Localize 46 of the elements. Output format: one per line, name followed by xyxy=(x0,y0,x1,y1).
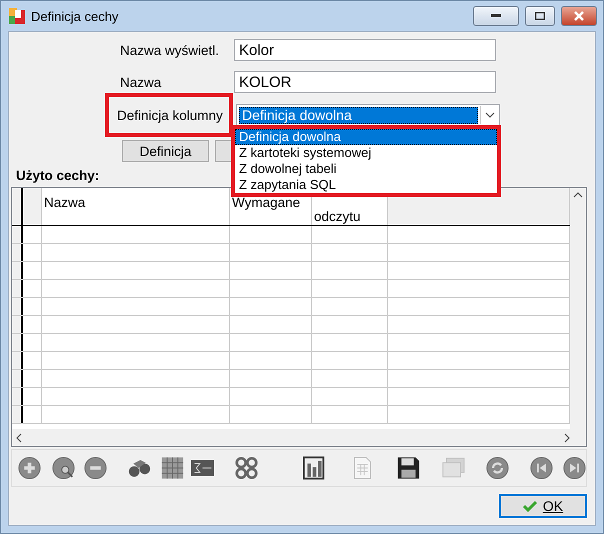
window-title: Definicja cechy xyxy=(31,8,120,24)
scroll-up-icon[interactable] xyxy=(573,192,583,198)
ok-button[interactable]: OK xyxy=(499,494,587,518)
dropdown-option[interactable]: Definicja dowolna xyxy=(235,129,497,145)
text-field[interactable]: KOLOR xyxy=(234,71,496,93)
chart-icon[interactable] xyxy=(303,455,326,481)
field-label: Nazwa xyxy=(120,74,162,90)
column-header: odczytu xyxy=(314,208,362,224)
search-icon[interactable] xyxy=(52,455,75,481)
column-header: Wymagane xyxy=(232,194,302,210)
row-indicator xyxy=(12,352,23,369)
refresh-icon[interactable] xyxy=(486,455,509,481)
definition-button[interactable]: Definicja xyxy=(122,140,209,162)
section-title: Użyto cechy: xyxy=(16,168,100,183)
column-header: Nazwa xyxy=(44,194,86,210)
scroll-left-icon[interactable] xyxy=(16,432,22,442)
maximize-icon xyxy=(535,12,545,20)
field-label: Nazwa wyświetl. xyxy=(120,42,220,58)
row-indicator xyxy=(12,370,23,387)
close-button[interactable] xyxy=(561,6,597,26)
gears-icon[interactable] xyxy=(235,455,258,481)
row-indicator xyxy=(12,406,23,423)
app-icon xyxy=(9,8,25,24)
row-indicator xyxy=(12,244,23,261)
plus-icon[interactable] xyxy=(18,455,41,481)
close-icon xyxy=(574,11,584,21)
skip-forward-icon[interactable] xyxy=(563,455,586,481)
row-indicator xyxy=(12,298,23,315)
minus-icon[interactable] xyxy=(84,455,107,481)
maximize-button[interactable] xyxy=(525,6,555,26)
row-indicator xyxy=(12,280,23,297)
row-indicator xyxy=(12,388,23,405)
skip-back-icon[interactable] xyxy=(530,455,553,481)
grid-icon[interactable] xyxy=(161,455,184,481)
row-indicator xyxy=(12,316,23,333)
minimize-button[interactable] xyxy=(473,6,519,26)
checkmark-icon xyxy=(522,500,537,512)
minimize-icon xyxy=(491,14,501,18)
dropdown-value: Definicja dowolna xyxy=(239,106,478,124)
field-label: Definicja kolumny xyxy=(117,108,224,122)
dropdown-field[interactable]: Definicja dowolna xyxy=(236,104,500,126)
scroll-right-icon[interactable] xyxy=(564,432,570,442)
chevron-down-icon xyxy=(485,112,495,118)
row-indicator xyxy=(12,262,23,279)
row-indicator xyxy=(12,334,23,351)
text-field[interactable]: Kolor xyxy=(234,39,496,61)
